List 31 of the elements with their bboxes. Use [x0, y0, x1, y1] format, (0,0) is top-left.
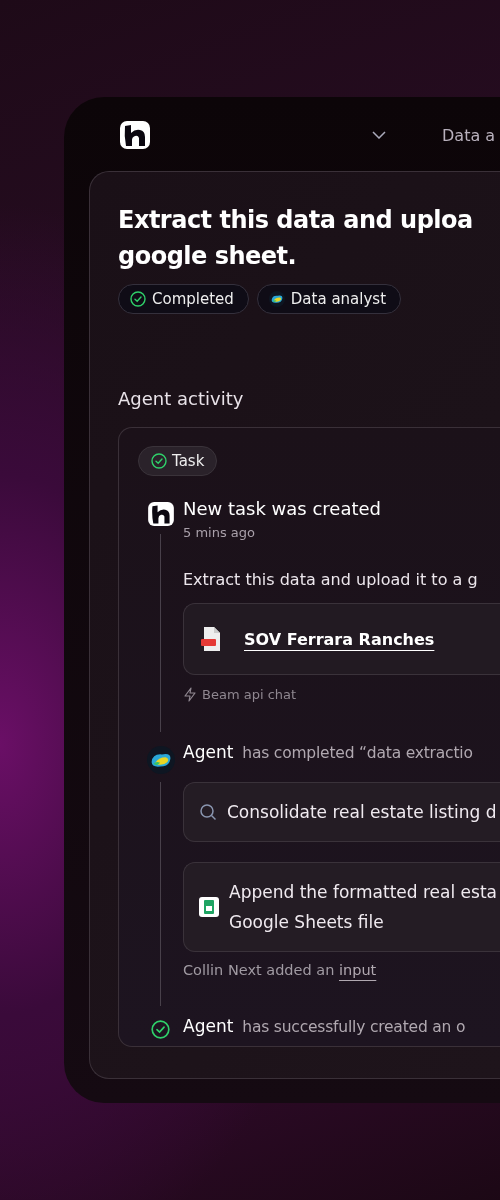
actor-name: Agent — [183, 742, 234, 762]
event-text: has completed “data extractio — [242, 744, 473, 762]
file-link[interactable]: SOV Ferrara Ranches — [244, 629, 435, 649]
spreadsheet-icon — [199, 897, 219, 917]
source-label: Beam api chat — [202, 687, 297, 702]
step-text: Consolidate real estate listing d — [227, 801, 497, 824]
agent-avatar-icon — [268, 291, 285, 307]
check-circle-icon — [151, 1020, 170, 1039]
pdf-file-icon — [200, 626, 222, 652]
status-badge: Completed — [118, 284, 249, 314]
nav-label[interactable]: Data a — [442, 125, 496, 145]
agent-badge: Data analyst — [256, 284, 402, 314]
actor-name: Agent — [183, 1016, 234, 1036]
task-title: Extract this data and uploa google sheet. — [118, 205, 474, 272]
search-icon — [199, 803, 217, 821]
section-heading: Agent activity — [118, 388, 245, 409]
chevron-down-icon[interactable] — [372, 131, 386, 139]
event-title: New task was created — [183, 498, 382, 519]
lightning-icon — [183, 687, 197, 702]
task-chip: Task — [138, 446, 218, 476]
input-link[interactable]: input — [339, 962, 377, 978]
agent-avatar-icon — [146, 746, 175, 774]
timestamp: 5 mins ago — [183, 525, 256, 540]
logo-icon — [147, 502, 174, 526]
message-text: Extract this data and upload it to a g — [183, 570, 479, 589]
check-circle-icon — [151, 453, 167, 469]
logo-icon — [120, 121, 150, 149]
step-text: Append the formatted real esta Google Sheets file — [229, 881, 497, 934]
check-circle-icon — [130, 291, 146, 307]
note-text: Collin Next added an input — [183, 962, 378, 978]
event-text: has successfully created an o — [242, 1018, 466, 1036]
